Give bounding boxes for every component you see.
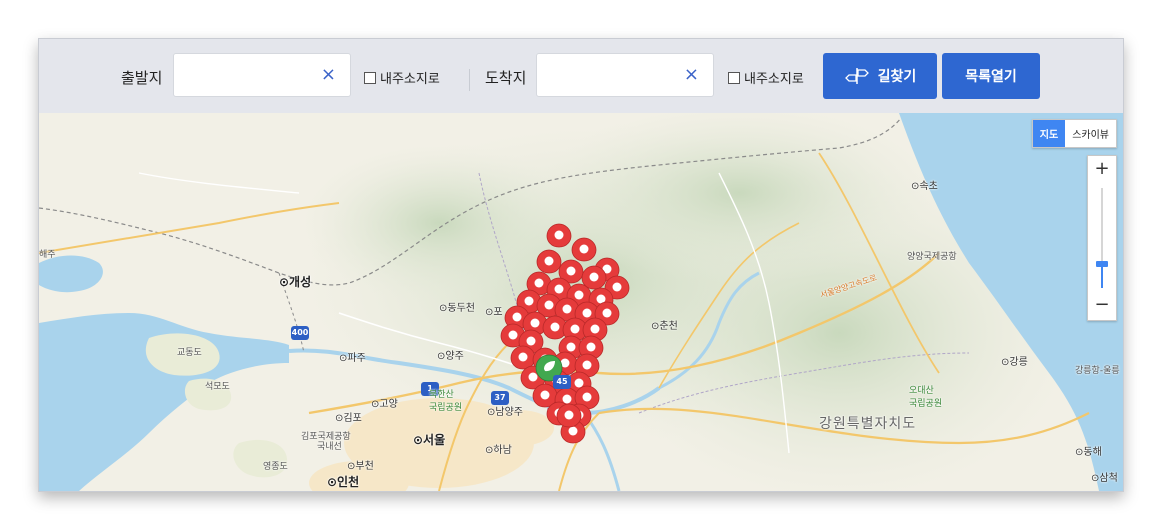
map-type-skyview-button[interactable]: 스카이뷰 — [1065, 120, 1116, 147]
origin-clear-icon[interactable]: × — [321, 64, 336, 85]
label-left-edge: 해주 — [39, 250, 56, 260]
origin-my-location-label: 내주소지로 — [380, 72, 440, 87]
place-domestic: 국내선 — [317, 442, 342, 452]
place-seongmodo: 석모도 — [205, 382, 230, 392]
find-route-label: 길찾기 — [877, 69, 917, 85]
zoom-slider-handle[interactable] — [1096, 261, 1108, 267]
zoom-control: + − — [1087, 155, 1117, 321]
map-type-map-button[interactable]: 지도 — [1032, 120, 1066, 147]
origin-my-location-checkbox[interactable]: 내주소지로 — [364, 68, 440, 87]
place-kaesong: ⊙개성 — [279, 275, 312, 289]
origin-text-field[interactable] — [174, 54, 335, 96]
map-canvas — [39, 113, 1123, 491]
label-gangwon: 강원특별자치도 — [819, 416, 917, 432]
place-pocheon: ⊙포 — [485, 307, 503, 318]
place-yangyang-airport: 양양국제공항 — [907, 252, 957, 262]
place-chuncheon: ⊙춘천 — [651, 321, 678, 332]
label-right-edge: 강릉항-울릉 — [1075, 366, 1120, 376]
place-hanam: ⊙하남 — [485, 445, 512, 456]
place-samcheok: ⊙삼척 — [1091, 473, 1118, 484]
open-list-label: 목록열기 — [965, 69, 1017, 85]
place-bukhansan: 북한산 국립공원 — [429, 390, 463, 413]
route-shield-400: 400 — [291, 326, 309, 340]
route-search-bar: 출발지 × 내주소지로 도착지 × 내주소지로 길찾기 목록열기 — [39, 39, 1123, 113]
divider — [469, 69, 470, 91]
place-gimpo: ⊙김포 — [335, 413, 362, 424]
place-yeongjongdo: 영종도 — [263, 462, 288, 472]
place-paju: ⊙파주 — [339, 353, 366, 364]
destination-clear-icon[interactable]: × — [684, 64, 699, 85]
place-namyangju: ⊙남양주 — [487, 407, 523, 418]
checkbox-icon[interactable] — [728, 71, 740, 84]
destination-my-location-checkbox[interactable]: 내주소지로 — [728, 68, 804, 87]
zoom-level-fill — [1101, 266, 1103, 288]
origin-label: 출발지 — [121, 69, 163, 87]
place-incheon: ⊙인천 — [327, 475, 360, 489]
destination-label: 도착지 — [485, 69, 527, 87]
place-dongducheon: ⊙동두천 — [439, 303, 475, 314]
place-yangju: ⊙양주 — [437, 351, 464, 362]
route-shield-45: 45 — [553, 375, 571, 389]
place-odaesan: 오대산 국립공원 — [909, 386, 943, 409]
origin-input[interactable]: × — [173, 53, 351, 97]
destination-my-location-label: 내주소지로 — [744, 72, 804, 87]
place-seoul: ⊙서울 — [413, 433, 446, 447]
place-gangneung: ⊙강릉 — [1001, 357, 1028, 368]
map-view[interactable]: 400 1 37 45 ⊙속초 양양국제공항 서울양양고속도로 ⊙개성 ⊙동두천… — [39, 113, 1123, 491]
place-bucheon: ⊙부천 — [347, 461, 374, 472]
place-donghae: ⊙동해 — [1075, 447, 1102, 458]
map-type-toggle: 지도 스카이뷰 — [1031, 119, 1117, 148]
signpost-icon — [844, 68, 869, 84]
find-route-button[interactable]: 길찾기 — [823, 53, 937, 99]
place-gyodongdo: 교동도 — [177, 348, 202, 358]
destination-input[interactable]: × — [536, 53, 714, 97]
checkbox-icon[interactable] — [364, 71, 376, 84]
place-goyang: ⊙고양 — [371, 399, 398, 410]
app-frame: 출발지 × 내주소지로 도착지 × 내주소지로 길찾기 목록열기 400 1 3… — [38, 38, 1124, 492]
place-sokcho: ⊙속초 — [911, 181, 938, 192]
zoom-in-button[interactable]: + — [1088, 156, 1116, 182]
open-list-button[interactable]: 목록열기 — [942, 53, 1040, 99]
destination-text-field[interactable] — [537, 54, 698, 96]
zoom-out-button[interactable]: − — [1088, 292, 1116, 318]
